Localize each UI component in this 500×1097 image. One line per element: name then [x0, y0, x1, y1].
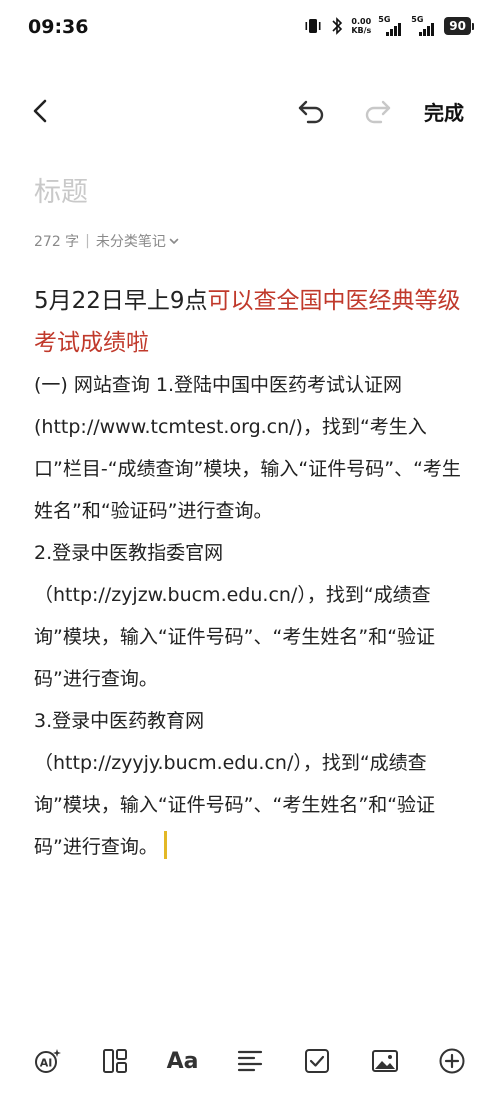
bluetooth-icon — [332, 17, 343, 35]
back-icon[interactable] — [26, 96, 56, 126]
checkbox-icon — [305, 1049, 330, 1073]
signal-5g-1: 5G — [378, 15, 404, 36]
signal-label: 5G — [378, 15, 391, 24]
done-button[interactable]: 完成 — [424, 97, 464, 126]
category-label: 未分类笔记 — [95, 234, 166, 250]
text-cursor — [163, 831, 167, 859]
status-bar: 09:36 0.00 KB/s 5G 5G 90 — [0, 0, 500, 56]
status-time: 09:36 — [28, 16, 89, 38]
undo-icon[interactable] — [296, 96, 328, 126]
plus-circle-icon — [439, 1048, 465, 1074]
vibrate-icon — [305, 19, 321, 33]
ai-assistant-button[interactable]: AI — [28, 1041, 68, 1081]
font-style-label: Aa — [166, 1048, 199, 1074]
meta-divider: | — [85, 233, 90, 249]
note-meta: 272 字 | 未分类笔记 — [34, 231, 180, 251]
layout-button[interactable] — [95, 1041, 135, 1081]
ai-icon: AI — [34, 1049, 61, 1073]
note-paragraph-text: 3.登录中医药教育网（http://zyyjy.bucm.edu.cn/），找到… — [34, 710, 436, 858]
align-text-icon — [237, 1050, 263, 1072]
layout-icon — [103, 1049, 128, 1073]
signal-5g-2: 5G — [411, 15, 437, 36]
paragraph-format-button[interactable] — [230, 1041, 270, 1081]
note-paragraph: 2.登录中医教指委官网（http://zyjzw.bucm.edu.cn/），找… — [34, 542, 436, 690]
redo-icon[interactable] — [361, 96, 393, 126]
image-icon — [371, 1050, 398, 1072]
network-speed: 0.00 KB/s — [351, 17, 371, 35]
battery-icon: 90 — [444, 17, 474, 35]
status-icons: 0.00 KB/s 5G 5G 90 — [303, 15, 474, 36]
battery-level: 90 — [444, 17, 471, 35]
add-button[interactable] — [432, 1041, 472, 1081]
note-paragraph: 3.登录中医药教育网（http://zyyjy.bucm.edu.cn/），找到… — [34, 700, 474, 868]
svg-text:AI: AI — [39, 1057, 52, 1070]
net-speed-unit: KB/s — [351, 26, 372, 35]
category-selector[interactable]: 未分类笔记 — [96, 231, 180, 251]
note-body[interactable]: 5月22日早上9点可以查全国中医经典等级考试成绩啦 (一) 网站查询 1.登陆中… — [34, 280, 474, 868]
headline-date: 5月22日早上9点 — [34, 288, 208, 314]
format-bottom-bar: AI Aa — [0, 1035, 500, 1097]
word-count: 272 字 — [34, 234, 80, 250]
insert-image-button[interactable] — [365, 1041, 405, 1081]
checklist-button[interactable] — [297, 1041, 337, 1081]
font-style-button[interactable]: Aa — [163, 1041, 203, 1081]
note-headline: 5月22日早上9点可以查全国中医经典等级考试成绩啦 — [34, 280, 474, 364]
editor-toolbar: 完成 — [0, 86, 500, 136]
title-input[interactable] — [34, 173, 464, 211]
chevron-down-icon — [169, 238, 179, 244]
note-paragraph: (一) 网站查询 1.登陆中国中医药考试认证网(http://www.tcmte… — [34, 374, 461, 522]
signal-label: 5G — [411, 15, 424, 24]
net-speed-value: 0.00 — [351, 17, 372, 26]
